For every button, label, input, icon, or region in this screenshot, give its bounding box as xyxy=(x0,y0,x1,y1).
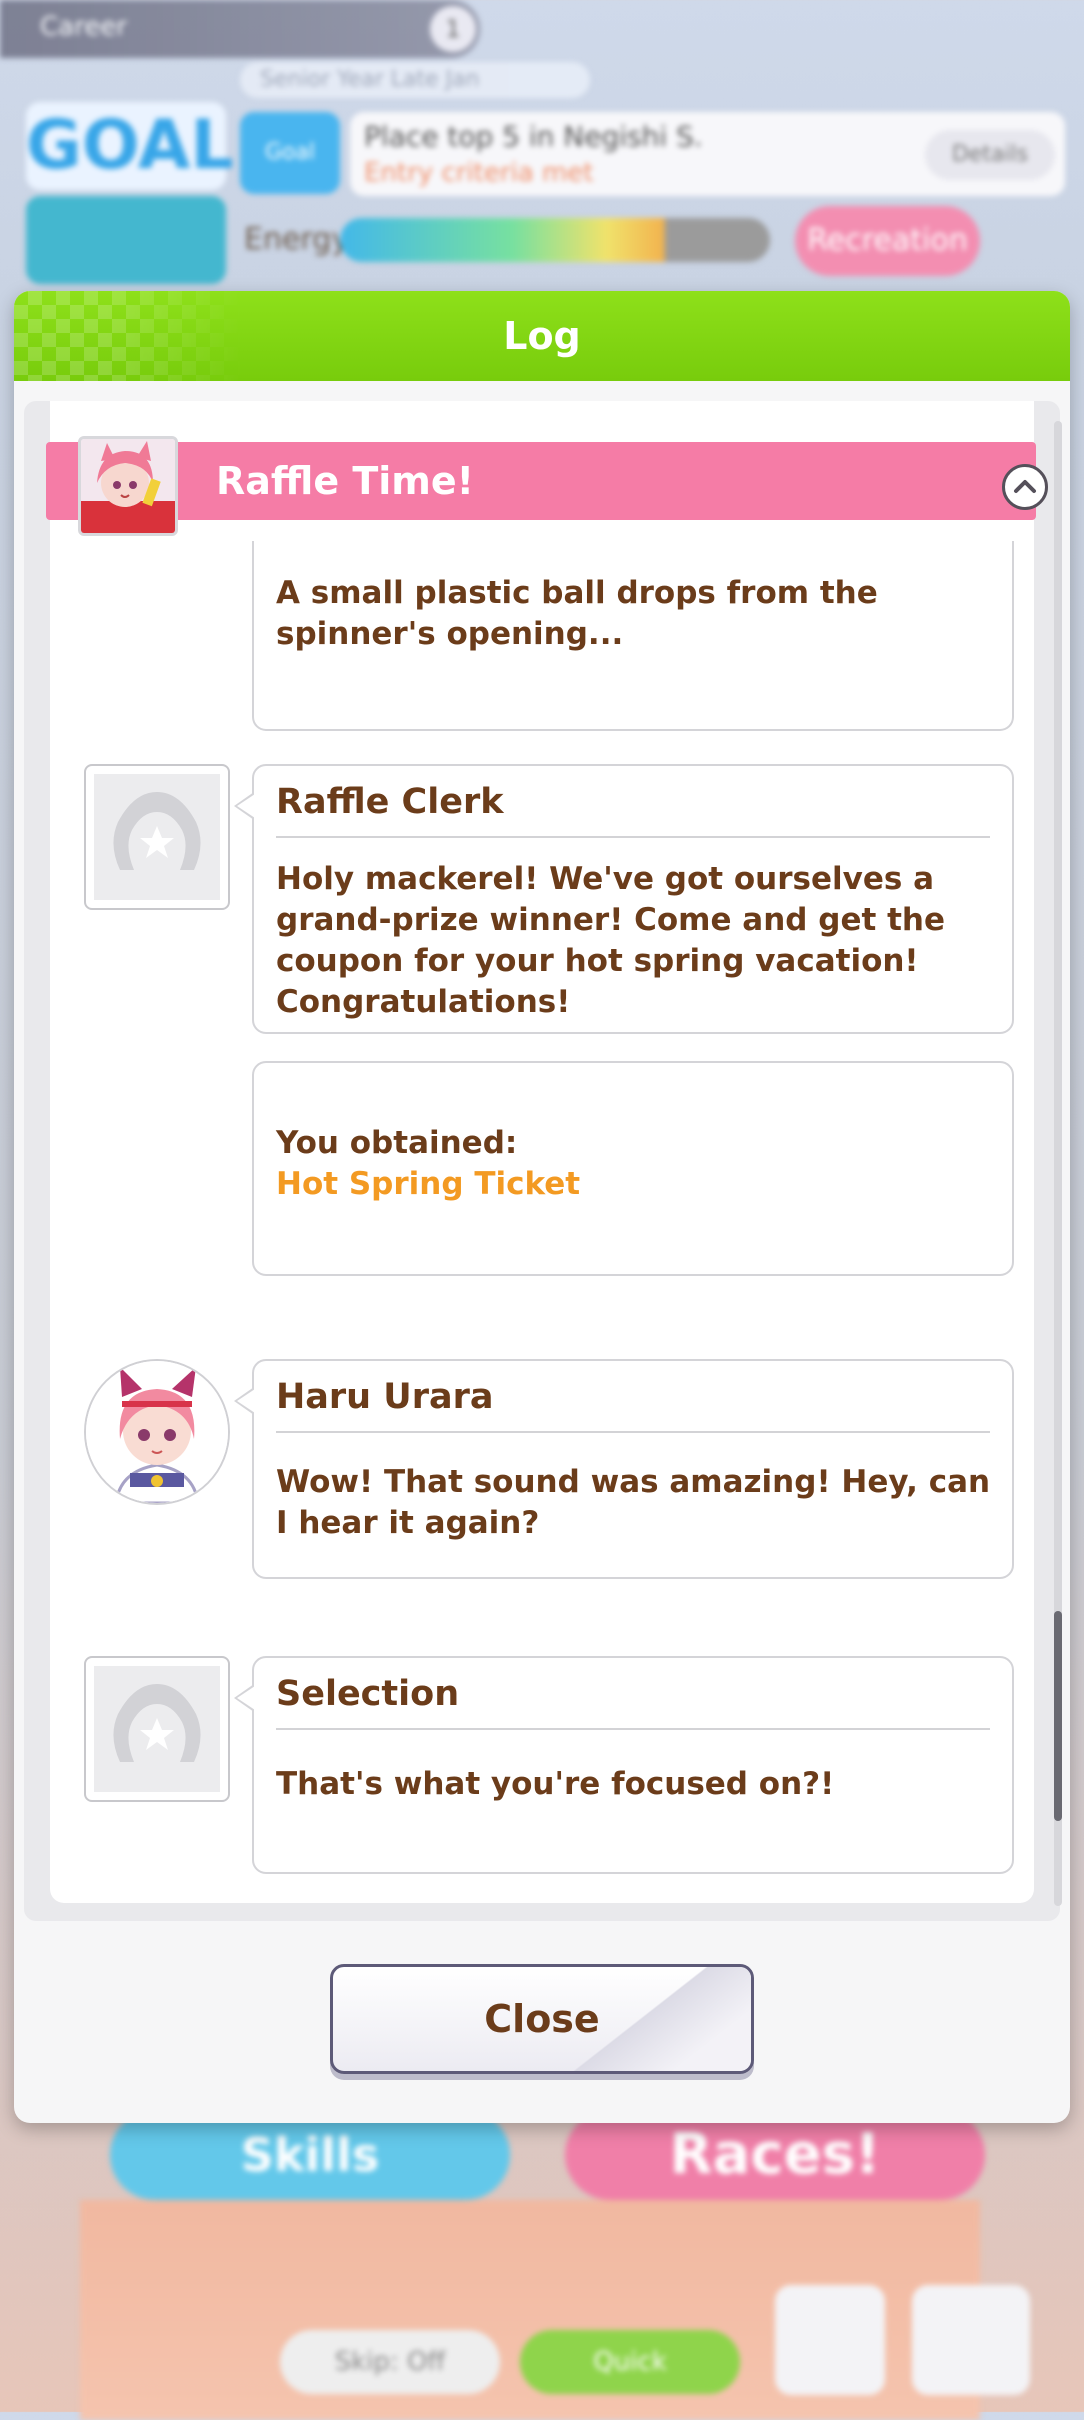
speaker-name: Haru Urara xyxy=(276,1377,494,1417)
dialog-header: Log xyxy=(14,291,1070,381)
goal-text: Place top 5 in Negishi S. xyxy=(364,120,703,153)
career-bar: Career xyxy=(0,0,480,58)
log-icon xyxy=(775,2285,885,2395)
goal-label: GOAL xyxy=(26,102,234,190)
haru-urara-avatar xyxy=(84,1359,230,1505)
log-dialog: Log Raffle Time! A small plastic ball dr… xyxy=(14,291,1070,2123)
stats-panel xyxy=(26,196,226,284)
dialog-title: Log xyxy=(503,314,581,358)
race-button: Races! xyxy=(565,2110,985,2200)
placeholder-avatar xyxy=(94,774,220,900)
entry-text: That's what you're focused on?! xyxy=(276,1766,835,1802)
speaker-name: Selection xyxy=(276,1674,460,1714)
date-label: Senior Year Late Jan xyxy=(240,62,590,98)
energy-bar xyxy=(340,218,770,262)
log-entry-item-obtained: You obtained: Hot Spring Ticket xyxy=(252,1061,1014,1276)
scrollbar-thumb[interactable] xyxy=(1054,1611,1062,1821)
entry-text: You obtained: xyxy=(276,1125,518,1161)
section-title: Raffle Time! xyxy=(216,459,474,503)
quick-button: Quick xyxy=(520,2330,740,2394)
energy-label: Energy xyxy=(244,222,350,257)
turn-badge: 1 xyxy=(430,6,476,52)
selection-avatar xyxy=(84,1656,230,1802)
recreation-button: Recreation xyxy=(795,206,980,276)
close-button-label: Close xyxy=(484,1997,600,2041)
details-button: Details xyxy=(925,130,1055,180)
scrollbar[interactable] xyxy=(1054,421,1062,1906)
entry-text: A small plastic ball drops from the spin… xyxy=(276,575,878,652)
entry-text: Holy mackerel! We've got ourselves a gra… xyxy=(276,861,946,1020)
entry-text: Wow! That sound was amazing! Hey, can I … xyxy=(276,1464,991,1541)
goal-subtext: Entry criteria met xyxy=(364,158,594,188)
placeholder-avatar xyxy=(94,1666,220,1792)
log-entry-narration: A small plastic ball drops from the spin… xyxy=(252,541,1014,731)
section-header[interactable]: Raffle Time! xyxy=(46,442,1048,520)
close-button[interactable]: Close xyxy=(330,1964,754,2074)
skip-button: Skip: Off xyxy=(280,2330,500,2394)
skills-button: Skills xyxy=(110,2110,510,2200)
goal-button: Goal xyxy=(240,112,340,194)
haru-urara-portrait xyxy=(78,436,178,536)
chevron-up-icon[interactable] xyxy=(1002,464,1048,510)
goal-panel: Place top 5 in Negishi S. Entry criteria… xyxy=(350,112,1065,196)
log-entry-selection: Selection That's what you're focused on?… xyxy=(234,1656,1014,1874)
menu-icon xyxy=(912,2285,1030,2395)
log-entry-haru-urara: Haru Urara Wow! That sound was amazing! … xyxy=(234,1359,1014,1579)
log-entry-raffle-clerk: Raffle Clerk Holy mackerel! We've got ou… xyxy=(234,764,1014,1034)
speaker-name: Raffle Clerk xyxy=(276,782,504,822)
raffle-clerk-avatar xyxy=(84,764,230,910)
obtained-item: Hot Spring Ticket xyxy=(276,1166,581,1202)
